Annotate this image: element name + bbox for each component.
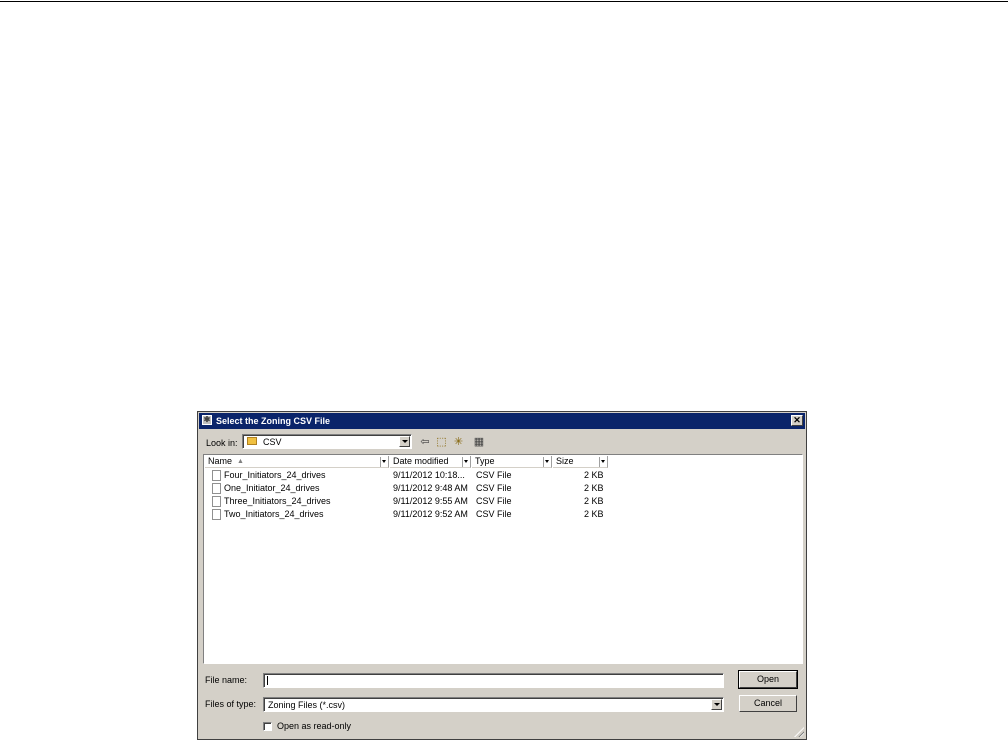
table-row[interactable]: Four_Initiators_24_drives 9/11/2012 10:1…	[204, 469, 802, 482]
cancel-button[interactable]: Cancel	[739, 695, 797, 712]
new-folder-icon[interactable]: ✳	[452, 436, 465, 448]
close-icon: ✕	[793, 415, 801, 425]
view-menu-icon[interactable]: ▦	[470, 436, 488, 448]
column-header-label: Name	[208, 456, 233, 466]
file-type-value: Zoning Files (*.csv)	[268, 700, 346, 710]
file-name-label: File name:	[205, 675, 248, 685]
table-row[interactable]: Two_Initiators_24_drives 9/11/2012 9:52 …	[204, 508, 802, 521]
file-date-cell: 9/11/2012 9:48 AM	[393, 483, 468, 493]
column-menu-icon[interactable]	[543, 457, 551, 467]
file-type-dropdown[interactable]: Zoning Files (*.csv)	[263, 697, 724, 712]
csv-file-icon	[212, 470, 221, 481]
column-menu-icon[interactable]	[380, 457, 388, 467]
file-size-cell: 2 KB	[584, 470, 604, 480]
page: ✱ Select the Zoning CSV File ✕ Look in: …	[0, 0, 1008, 741]
column-header-type[interactable]: Type	[472, 456, 552, 468]
file-type-cell: CSV File	[476, 496, 512, 506]
file-open-dialog: ✱ Select the Zoning CSV File ✕ Look in: …	[197, 411, 807, 740]
close-button[interactable]: ✕	[791, 415, 803, 426]
file-name-cell: Two_Initiators_24_drives	[224, 509, 324, 519]
column-menu-icon[interactable]	[462, 457, 470, 467]
text-caret	[267, 676, 268, 685]
chevron-down-icon[interactable]	[711, 699, 722, 710]
file-name-cell: Three_Initiators_24_drives	[224, 496, 331, 506]
app-icon: ✱	[202, 415, 212, 425]
csv-file-icon	[212, 509, 221, 520]
file-type-cell: CSV File	[476, 483, 512, 493]
sort-ascending-icon: ▲	[237, 458, 244, 465]
column-menu-icon[interactable]	[599, 457, 607, 467]
column-header-label: Size	[556, 456, 574, 466]
file-name-cell: One_Initiator_24_drives	[224, 483, 320, 493]
column-header-label: Date modified	[393, 456, 449, 466]
read-only-label[interactable]: Open as read-only	[277, 720, 351, 732]
folder-icon	[247, 437, 257, 445]
column-header-label: Type	[475, 456, 495, 466]
up-folder-icon[interactable]: ⬚	[435, 436, 448, 448]
column-header-name[interactable]: Name ▲	[205, 456, 389, 468]
resize-grip-icon[interactable]	[794, 727, 804, 737]
look-in-value: CSV	[263, 437, 282, 447]
dialog-title: Select the Zoning CSV File	[216, 416, 331, 426]
look-in-label: Look in:	[206, 438, 238, 448]
back-icon[interactable]: ⇦	[419, 436, 431, 448]
file-size-cell: 2 KB	[584, 496, 604, 506]
file-name-input[interactable]	[263, 673, 724, 688]
file-date-cell: 9/11/2012 9:52 AM	[393, 509, 468, 519]
chevron-down-icon[interactable]	[399, 436, 410, 447]
file-date-cell: 9/11/2012 9:55 AM	[393, 496, 468, 506]
file-date-cell: 9/11/2012 10:18...	[393, 470, 465, 480]
file-type-cell: CSV File	[476, 470, 512, 480]
file-list[interactable]: Name ▲ Date modified Type Size Four_Init…	[203, 454, 803, 664]
column-header-size[interactable]: Size	[553, 456, 608, 468]
file-size-cell: 2 KB	[584, 509, 604, 519]
look-in-dropdown[interactable]: CSV	[242, 434, 412, 449]
csv-file-icon	[212, 483, 221, 494]
csv-file-icon	[212, 496, 221, 507]
top-divider	[0, 1, 1008, 2]
file-name-cell: Four_Initiators_24_drives	[224, 470, 326, 480]
read-only-checkbox[interactable]	[263, 722, 272, 731]
file-size-cell: 2 KB	[584, 483, 604, 493]
file-type-cell: CSV File	[476, 509, 512, 519]
table-row[interactable]: One_Initiator_24_drives 9/11/2012 9:48 A…	[204, 482, 802, 495]
table-row[interactable]: Three_Initiators_24_drives 9/11/2012 9:5…	[204, 495, 802, 508]
file-type-label: Files of type:	[205, 699, 257, 709]
column-header-date[interactable]: Date modified	[390, 456, 471, 468]
open-button[interactable]: Open	[738, 670, 798, 689]
dialog-titlebar[interactable]: ✱ Select the Zoning CSV File ✕	[199, 413, 805, 429]
